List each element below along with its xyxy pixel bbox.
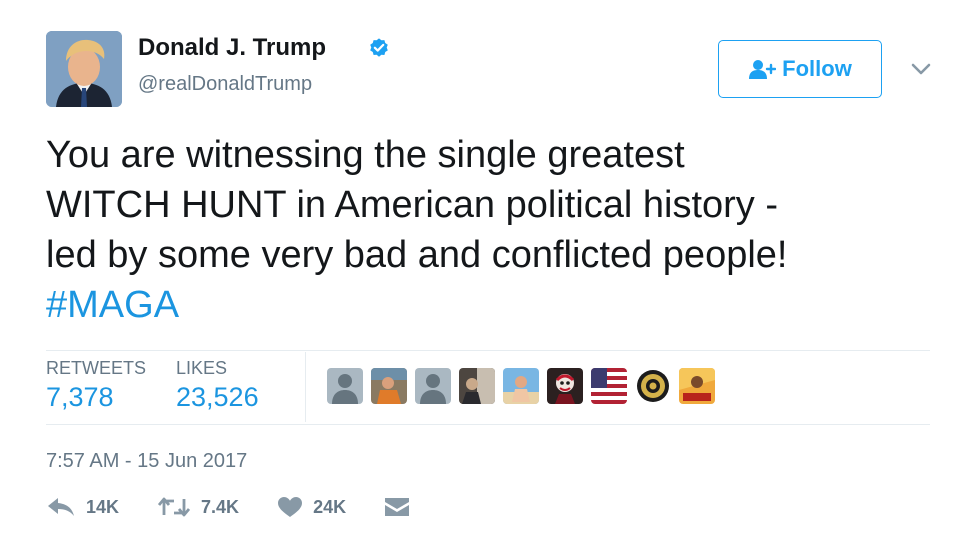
- reply-button[interactable]: 14K: [46, 496, 119, 518]
- likes-label: LIKES: [176, 358, 228, 378]
- add-user-icon: [749, 60, 777, 79]
- tweet-actions: 14K 7.4K 24K: [46, 496, 448, 518]
- reply-count: 14K: [86, 496, 120, 517]
- divider: [46, 424, 930, 425]
- like-button[interactable]: 24K: [277, 496, 346, 518]
- stats-separator: [305, 352, 306, 422]
- divider: [46, 350, 930, 351]
- tweet-timestamp[interactable]: 7:57 AM - 15 Jun 2017: [46, 450, 247, 473]
- tweet-line: You are witnessing the single greatest: [46, 134, 685, 176]
- likes-stat[interactable]: LIKES 23,526: [176, 358, 259, 414]
- tweet-line: led by some very bad and conflicted peop…: [46, 234, 788, 276]
- hashtag-link[interactable]: #MAGA: [46, 280, 946, 330]
- display-name[interactable]: Donald J. Trump: [138, 34, 326, 62]
- retweet-button[interactable]: 7.4K: [157, 496, 239, 518]
- retweets-count: 7,378: [46, 382, 114, 412]
- follow-button[interactable]: Follow: [718, 40, 882, 98]
- liker-avatar-seal[interactable]: [635, 368, 671, 404]
- chevron-down-icon[interactable]: [908, 60, 934, 78]
- envelope-icon: [385, 498, 410, 516]
- retweet-count: 7.4K: [201, 496, 240, 517]
- likes-count: 23,526: [176, 382, 259, 412]
- liker-avatar-flag[interactable]: [591, 368, 627, 404]
- liker-avatar-photo[interactable]: [503, 368, 539, 404]
- tweet-text: You are witnessing the single greatest W…: [46, 130, 946, 330]
- retweets-label: RETWEETS: [46, 358, 147, 378]
- liker-avatar-default[interactable]: [415, 368, 451, 404]
- retweet-icon: [157, 497, 191, 517]
- reply-icon: [48, 498, 74, 516]
- tweet-line: WITCH HUNT in American political history…: [46, 184, 779, 226]
- liker-avatar-photo[interactable]: [371, 368, 407, 404]
- liker-avatar-photo[interactable]: [547, 368, 583, 404]
- direct-message-button[interactable]: [384, 497, 410, 517]
- like-count: 24K: [313, 496, 347, 517]
- liker-avatar-poster[interactable]: [679, 368, 715, 404]
- follow-label: Follow: [782, 56, 852, 81]
- avatar[interactable]: [46, 31, 122, 107]
- liker-avatar-default[interactable]: [327, 368, 363, 404]
- liker-avatar-photo[interactable]: [459, 368, 495, 404]
- retweets-stat[interactable]: RETWEETS 7,378: [46, 358, 146, 414]
- heart-icon: [278, 497, 303, 517]
- verified-badge-icon: [370, 38, 388, 57]
- liker-avatars: [327, 368, 715, 404]
- user-handle[interactable]: @realDonaldTrump: [138, 73, 312, 96]
